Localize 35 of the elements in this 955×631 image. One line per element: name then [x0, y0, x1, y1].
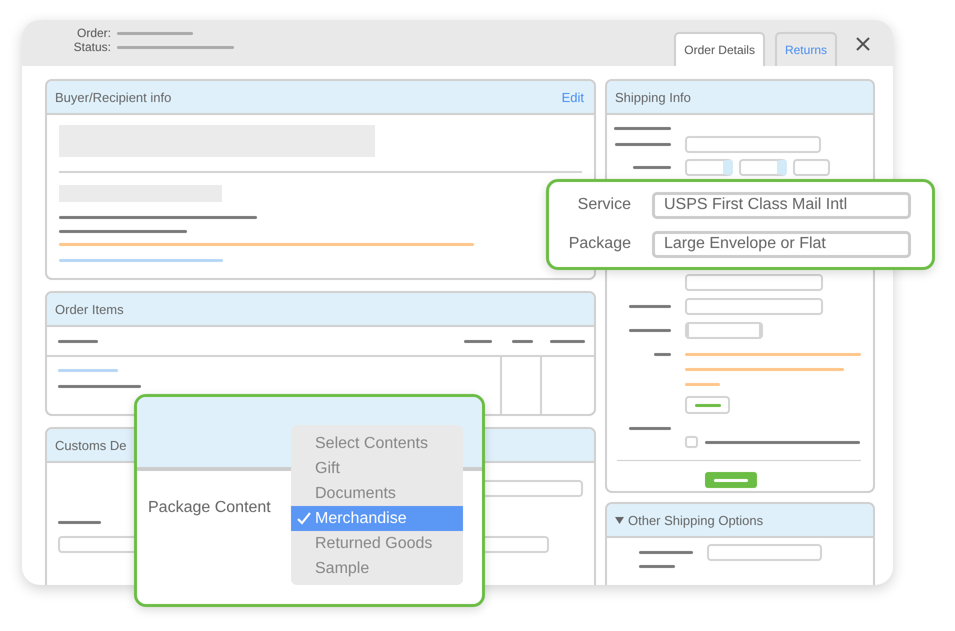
tab[interactable]: Order Details — [674, 32, 765, 66]
input-field[interactable] — [739, 159, 787, 176]
dropdown-option[interactable]: Select Contents — [291, 431, 463, 456]
panel-title: Order Items — [55, 302, 124, 316]
field-label: Service — [576, 196, 631, 214]
caret-down-icon[interactable] — [615, 516, 624, 524]
field-label: Order: — [76, 26, 111, 40]
input-field[interactable] — [685, 159, 733, 176]
submit-button[interactable] — [705, 472, 757, 488]
select-field[interactable]: USPS First Class Mail Intl — [652, 192, 911, 218]
panel-title: Customs De — [55, 438, 127, 452]
field-label: Status: — [72, 40, 111, 54]
input-field[interactable] — [685, 274, 823, 291]
dropdown-option[interactable]: Documents — [291, 481, 463, 506]
close-icon[interactable] — [855, 36, 871, 52]
tab[interactable]: Returns — [774, 32, 837, 66]
panel-title: Other Shipping Options — [628, 512, 764, 528]
select-field[interactable]: Large Envelope or Flat — [652, 230, 911, 258]
checkbox[interactable] — [685, 436, 698, 448]
dropdown-option[interactable]: Returned Goods — [291, 531, 463, 556]
edit-link[interactable]: Edit — [562, 90, 584, 104]
dropdown-option[interactable]: Sample — [291, 556, 463, 581]
checkmark-icon — [297, 512, 311, 525]
input-field[interactable] — [707, 544, 822, 561]
panel-title: Shipping Info — [615, 90, 691, 104]
input-field[interactable] — [685, 298, 823, 315]
dropdown-option[interactable]: Merchandise — [291, 506, 463, 531]
field-label: Package Content — [148, 499, 271, 517]
dropdown-option[interactable]: Gift — [291, 456, 463, 481]
panel-title: Buyer/Recipient info — [55, 90, 172, 104]
input-field[interactable] — [685, 136, 821, 153]
small-button[interactable] — [685, 396, 730, 414]
input-field[interactable] — [793, 159, 830, 176]
field-label: Package — [568, 235, 631, 253]
input-field[interactable] — [685, 322, 763, 339]
